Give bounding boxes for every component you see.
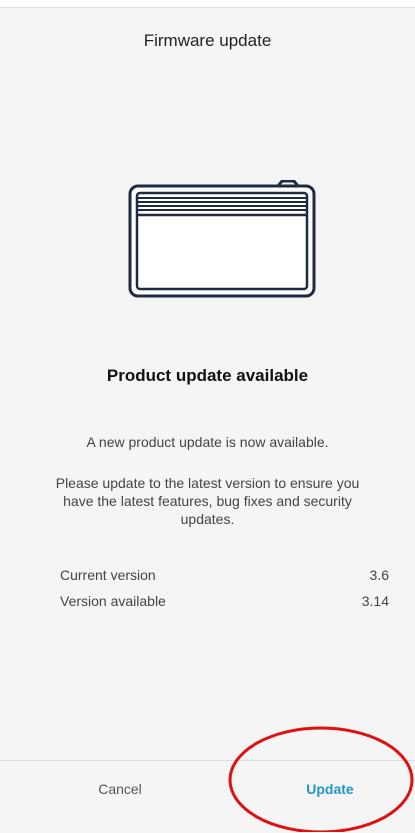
update-heading: Product update available: [106, 366, 309, 385]
top-divider: [0, 7, 415, 8]
update-instructions: Please update to the latest version to e…: [55, 475, 360, 527]
update-button[interactable]: Update: [270, 761, 390, 817]
available-version-label: Version available: [60, 593, 166, 609]
current-version-value: 3.6: [369, 567, 389, 583]
firmware-update-screen: [0, 7, 415, 832]
panel-heater-icon: [128, 180, 316, 298]
cancel-button[interactable]: Cancel: [55, 761, 185, 817]
current-version-label: Current version: [60, 567, 156, 583]
available-version-value: 3.14: [361, 593, 389, 609]
page-title: Firmware update: [143, 31, 272, 50]
update-description: A new product update is now available.: [86, 434, 329, 450]
action-bar: Cancel Update: [0, 760, 415, 833]
